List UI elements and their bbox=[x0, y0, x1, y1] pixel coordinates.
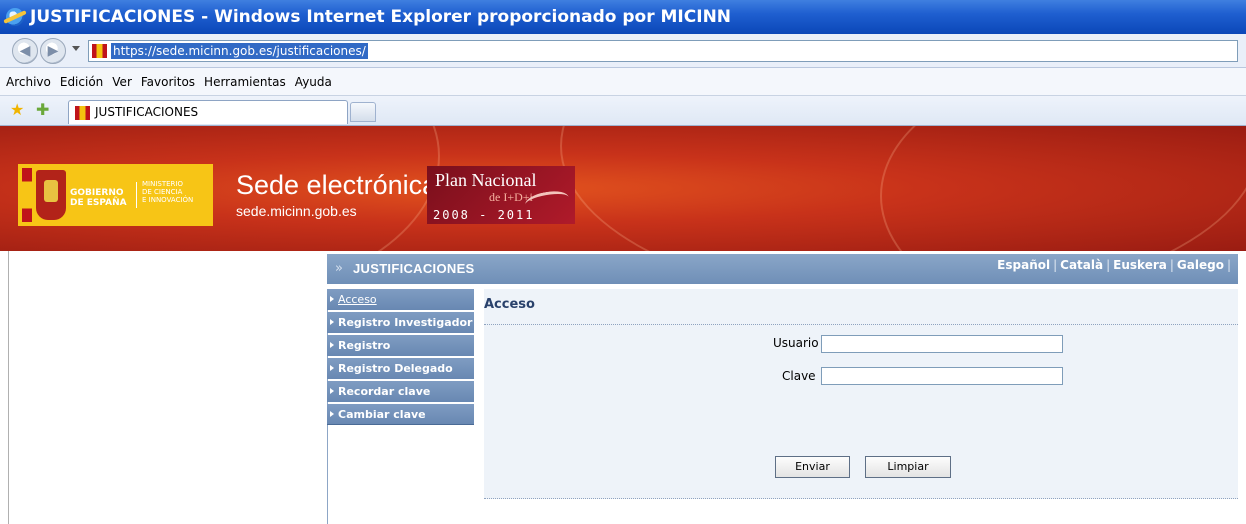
government-logo[interactable]: GOBIERNO DE ESPAÑA MINISTERIO DE CIENCIA… bbox=[18, 164, 213, 226]
sidebar-item-label: Acceso bbox=[338, 293, 377, 306]
sidebar-item-acceso[interactable]: Acceso bbox=[327, 289, 474, 310]
favorites-star-icon[interactable]: ★ bbox=[10, 102, 24, 118]
login-panel: Acceso Usuario Clave Enviar Limpiar bbox=[484, 289, 1238, 499]
tab-favicon-icon bbox=[75, 106, 90, 120]
password-label: Clave bbox=[782, 369, 816, 383]
plan-years: 2008 - 2011 bbox=[433, 208, 535, 222]
window-title: JUSTIFICACIONES - Windows Internet Explo… bbox=[30, 7, 732, 27]
ministry-line3: E INNOVACIÓN bbox=[142, 196, 194, 204]
window-title-bar: JUSTIFICACIONES - Windows Internet Explo… bbox=[0, 0, 1246, 34]
sede-title: Sede electrónica bbox=[236, 170, 438, 200]
sidebar-item-recordar-clave[interactable]: Recordar clave bbox=[327, 381, 474, 402]
logo-divider bbox=[136, 182, 137, 208]
back-arrow-icon: ◀ bbox=[19, 43, 31, 59]
sidebar-item-registro-representante[interactable]: Registro Representante bbox=[327, 335, 474, 373]
sidebar-item-label: Registro Delegado bbox=[338, 362, 453, 375]
double-chevron-icon: » bbox=[335, 261, 343, 276]
ministry-line2: DE CIENCIA bbox=[142, 188, 183, 196]
address-url[interactable]: https://sede.micinn.gob.es/justificacion… bbox=[111, 43, 368, 59]
section-header: » JUSTIFICACIONES Español | Català | Euskera… bbox=[327, 254, 1238, 284]
lang-separator: | bbox=[1226, 258, 1231, 272]
site-favicon-icon bbox=[92, 44, 107, 58]
lang-separator: | bbox=[1106, 258, 1111, 272]
bullet-arrow-icon bbox=[330, 296, 334, 302]
lang-separator: | bbox=[1169, 258, 1174, 272]
ministry-line1: MINISTERIO bbox=[142, 180, 183, 188]
internet-explorer-icon bbox=[6, 8, 24, 26]
spain-flag-icon bbox=[22, 168, 32, 222]
lang-separator: | bbox=[1053, 258, 1058, 272]
title-divider bbox=[484, 324, 1238, 325]
plan-line1: Plan Nacional bbox=[435, 170, 537, 190]
sidebar-item-label: Registro Investigador bbox=[338, 316, 473, 329]
ministry-name: MINISTERIO DE CIENCIA E INNOVACIÓN bbox=[142, 180, 193, 204]
lang-catala[interactable]: Català bbox=[1060, 258, 1103, 272]
new-tab-button[interactable] bbox=[350, 102, 376, 122]
password-input[interactable] bbox=[821, 367, 1063, 385]
sidebar-item-cambiar-clave[interactable]: Cambiar clave bbox=[327, 404, 474, 425]
form-bottom-divider bbox=[484, 498, 1238, 499]
language-selector: Español | Català | Euskera | Galego | bbox=[997, 258, 1234, 272]
sidebar-item-registro-investigador[interactable]: Registro Investigador bbox=[327, 312, 474, 333]
gov-line1: GOBIERNO bbox=[70, 188, 124, 198]
bullet-arrow-icon bbox=[330, 411, 334, 417]
menu-ver[interactable]: Ver bbox=[112, 75, 132, 89]
back-button[interactable]: ◀ bbox=[12, 38, 38, 64]
lang-euskera[interactable]: Euskera bbox=[1113, 258, 1167, 272]
submit-button[interactable]: Enviar bbox=[775, 456, 850, 478]
gov-line2: DE ESPAÑA bbox=[70, 198, 127, 208]
sidebar-item-registro-delegado[interactable]: Registro Delegado bbox=[327, 358, 474, 379]
sidebar-menu: Acceso Registro Investigador Registro Re… bbox=[327, 289, 474, 427]
page-content: » JUSTIFICACIONES Español | Català | Euskera… bbox=[0, 251, 1246, 524]
lang-galego[interactable]: Galego bbox=[1177, 258, 1224, 272]
banner-decoration bbox=[880, 126, 1246, 251]
menu-bar: Archivo Edición Ver Favoritos Herramient… bbox=[0, 68, 1246, 96]
site-banner: GOBIERNO DE ESPAÑA MINISTERIO DE CIENCIA… bbox=[0, 126, 1246, 251]
add-favorite-icon[interactable]: ✚ bbox=[36, 102, 49, 118]
bullet-arrow-icon bbox=[330, 342, 334, 348]
coat-of-arms-icon bbox=[36, 170, 66, 220]
address-bar[interactable]: https://sede.micinn.gob.es/justificacion… bbox=[88, 40, 1238, 62]
clear-button[interactable]: Limpiar bbox=[865, 456, 951, 478]
menu-edicion[interactable]: Edición bbox=[60, 75, 103, 89]
sidebar-item-label: Recordar clave bbox=[338, 385, 431, 398]
history-dropdown-icon[interactable] bbox=[72, 46, 80, 51]
sidebar-item-label: Cambiar clave bbox=[338, 408, 426, 421]
username-label: Usuario bbox=[773, 336, 819, 350]
menu-favoritos[interactable]: Favoritos bbox=[141, 75, 195, 89]
lang-espanol[interactable]: Español bbox=[997, 258, 1050, 272]
bullet-arrow-icon bbox=[330, 365, 334, 371]
bullet-arrow-icon bbox=[330, 388, 334, 394]
menu-herramientas[interactable]: Herramientas bbox=[204, 75, 286, 89]
tab-label: JUSTIFICACIONES bbox=[95, 105, 199, 119]
menu-archivo[interactable]: Archivo bbox=[6, 75, 51, 89]
forward-arrow-icon: ▶ bbox=[47, 43, 59, 59]
left-border bbox=[8, 251, 9, 524]
login-title: Acceso bbox=[484, 297, 535, 312]
bullet-arrow-icon bbox=[330, 319, 334, 325]
section-title: JUSTIFICACIONES bbox=[353, 261, 475, 276]
tab-justificaciones[interactable]: JUSTIFICACIONES bbox=[68, 100, 348, 124]
menu-ayuda[interactable]: Ayuda bbox=[295, 75, 332, 89]
tabs-bar: ★ ✚ JUSTIFICACIONES bbox=[0, 96, 1246, 126]
address-toolbar: ◀ ▶ https://sede.micinn.gob.es/justifica… bbox=[0, 34, 1246, 68]
sede-url: sede.micinn.gob.es bbox=[236, 203, 357, 219]
forward-button[interactable]: ▶ bbox=[40, 38, 66, 64]
government-name: GOBIERNO DE ESPAÑA bbox=[70, 188, 127, 208]
username-input[interactable] bbox=[821, 335, 1063, 353]
plan-nacional-logo: Plan Nacional de I+D+i 2008 - 2011 bbox=[427, 166, 575, 224]
